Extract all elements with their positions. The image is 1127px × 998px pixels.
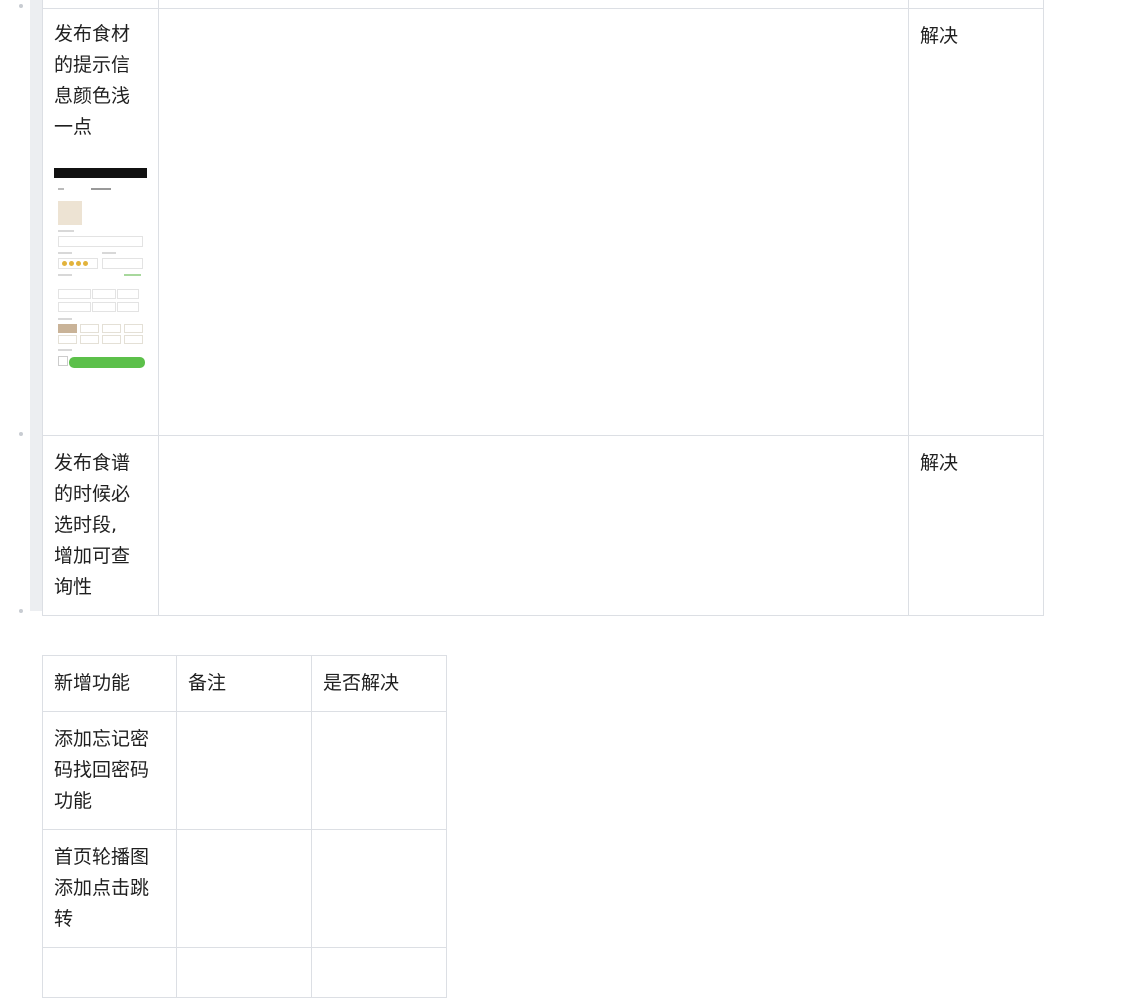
feature-text: 添加忘记密 码找回密码 功能 bbox=[54, 728, 150, 812]
status-cell[interactable] bbox=[311, 829, 447, 948]
note-cell[interactable] bbox=[176, 711, 312, 830]
issue-cell[interactable]: 发布食材 的提示信 息颜色浅 一点 bbox=[42, 8, 159, 436]
note-cell[interactable] bbox=[158, 435, 909, 616]
status-text: 解决 bbox=[920, 452, 959, 474]
status-cell[interactable]: 解决 bbox=[908, 8, 1044, 436]
table-row: 发布食材 的提示信 息颜色浅 一点 解决 bbox=[42, 8, 1044, 436]
header-cell[interactable]: 备注 bbox=[176, 655, 312, 712]
issue-text: 发布食材 的提示信 息颜色浅 一点 bbox=[54, 23, 131, 138]
bullet-dot bbox=[19, 609, 23, 613]
bullet-dot bbox=[19, 4, 23, 8]
feature-text: 首页轮播图 添加点击跳 转 bbox=[54, 846, 150, 930]
bullet-dot bbox=[19, 432, 23, 436]
status-text: 解决 bbox=[920, 25, 959, 47]
table-row bbox=[42, 947, 447, 998]
table-row: 发布食谱 的时候必 选时段, 增加可查 询性 解决 bbox=[42, 435, 1044, 616]
issue-text: 发布食谱 的时候必 选时段, 增加可查 询性 bbox=[54, 452, 131, 598]
header-cell[interactable]: 新增功能 bbox=[42, 655, 177, 712]
table-row bbox=[42, 0, 1044, 9]
phone-screenshot-thumbnail[interactable] bbox=[54, 168, 147, 370]
note-cell[interactable] bbox=[158, 8, 909, 436]
note-cell[interactable] bbox=[176, 829, 312, 948]
status-cell[interactable] bbox=[311, 711, 447, 830]
note-cell[interactable] bbox=[176, 947, 312, 998]
header-cell[interactable]: 是否解决 bbox=[311, 655, 447, 712]
issue-cell[interactable]: 发布食谱 的时候必 选时段, 增加可查 询性 bbox=[42, 435, 159, 616]
status-cell[interactable]: 解决 bbox=[908, 435, 1044, 616]
feature-cell[interactable]: 添加忘记密 码找回密码 功能 bbox=[42, 711, 177, 830]
quote-rail bbox=[30, 0, 42, 611]
issues-table: 发布食材 的提示信 息颜色浅 一点 解决 发布食谱 的时候必 选时段, 增加可查… bbox=[42, 0, 1044, 616]
table-cell[interactable] bbox=[158, 0, 909, 9]
features-table: 新增功能 备注 是否解决 添加忘记密 码找回密码 功能 首页轮播图 添加点击跳 … bbox=[42, 655, 447, 998]
table-cell[interactable] bbox=[908, 0, 1044, 9]
table-header-row: 新增功能 备注 是否解决 bbox=[42, 655, 447, 712]
table-cell[interactable] bbox=[42, 0, 159, 9]
feature-cell[interactable]: 首页轮播图 添加点击跳 转 bbox=[42, 829, 177, 948]
feature-cell[interactable] bbox=[42, 947, 177, 998]
status-cell[interactable] bbox=[311, 947, 447, 998]
table-row: 首页轮播图 添加点击跳 转 bbox=[42, 829, 447, 948]
table-row: 添加忘记密 码找回密码 功能 bbox=[42, 711, 447, 830]
